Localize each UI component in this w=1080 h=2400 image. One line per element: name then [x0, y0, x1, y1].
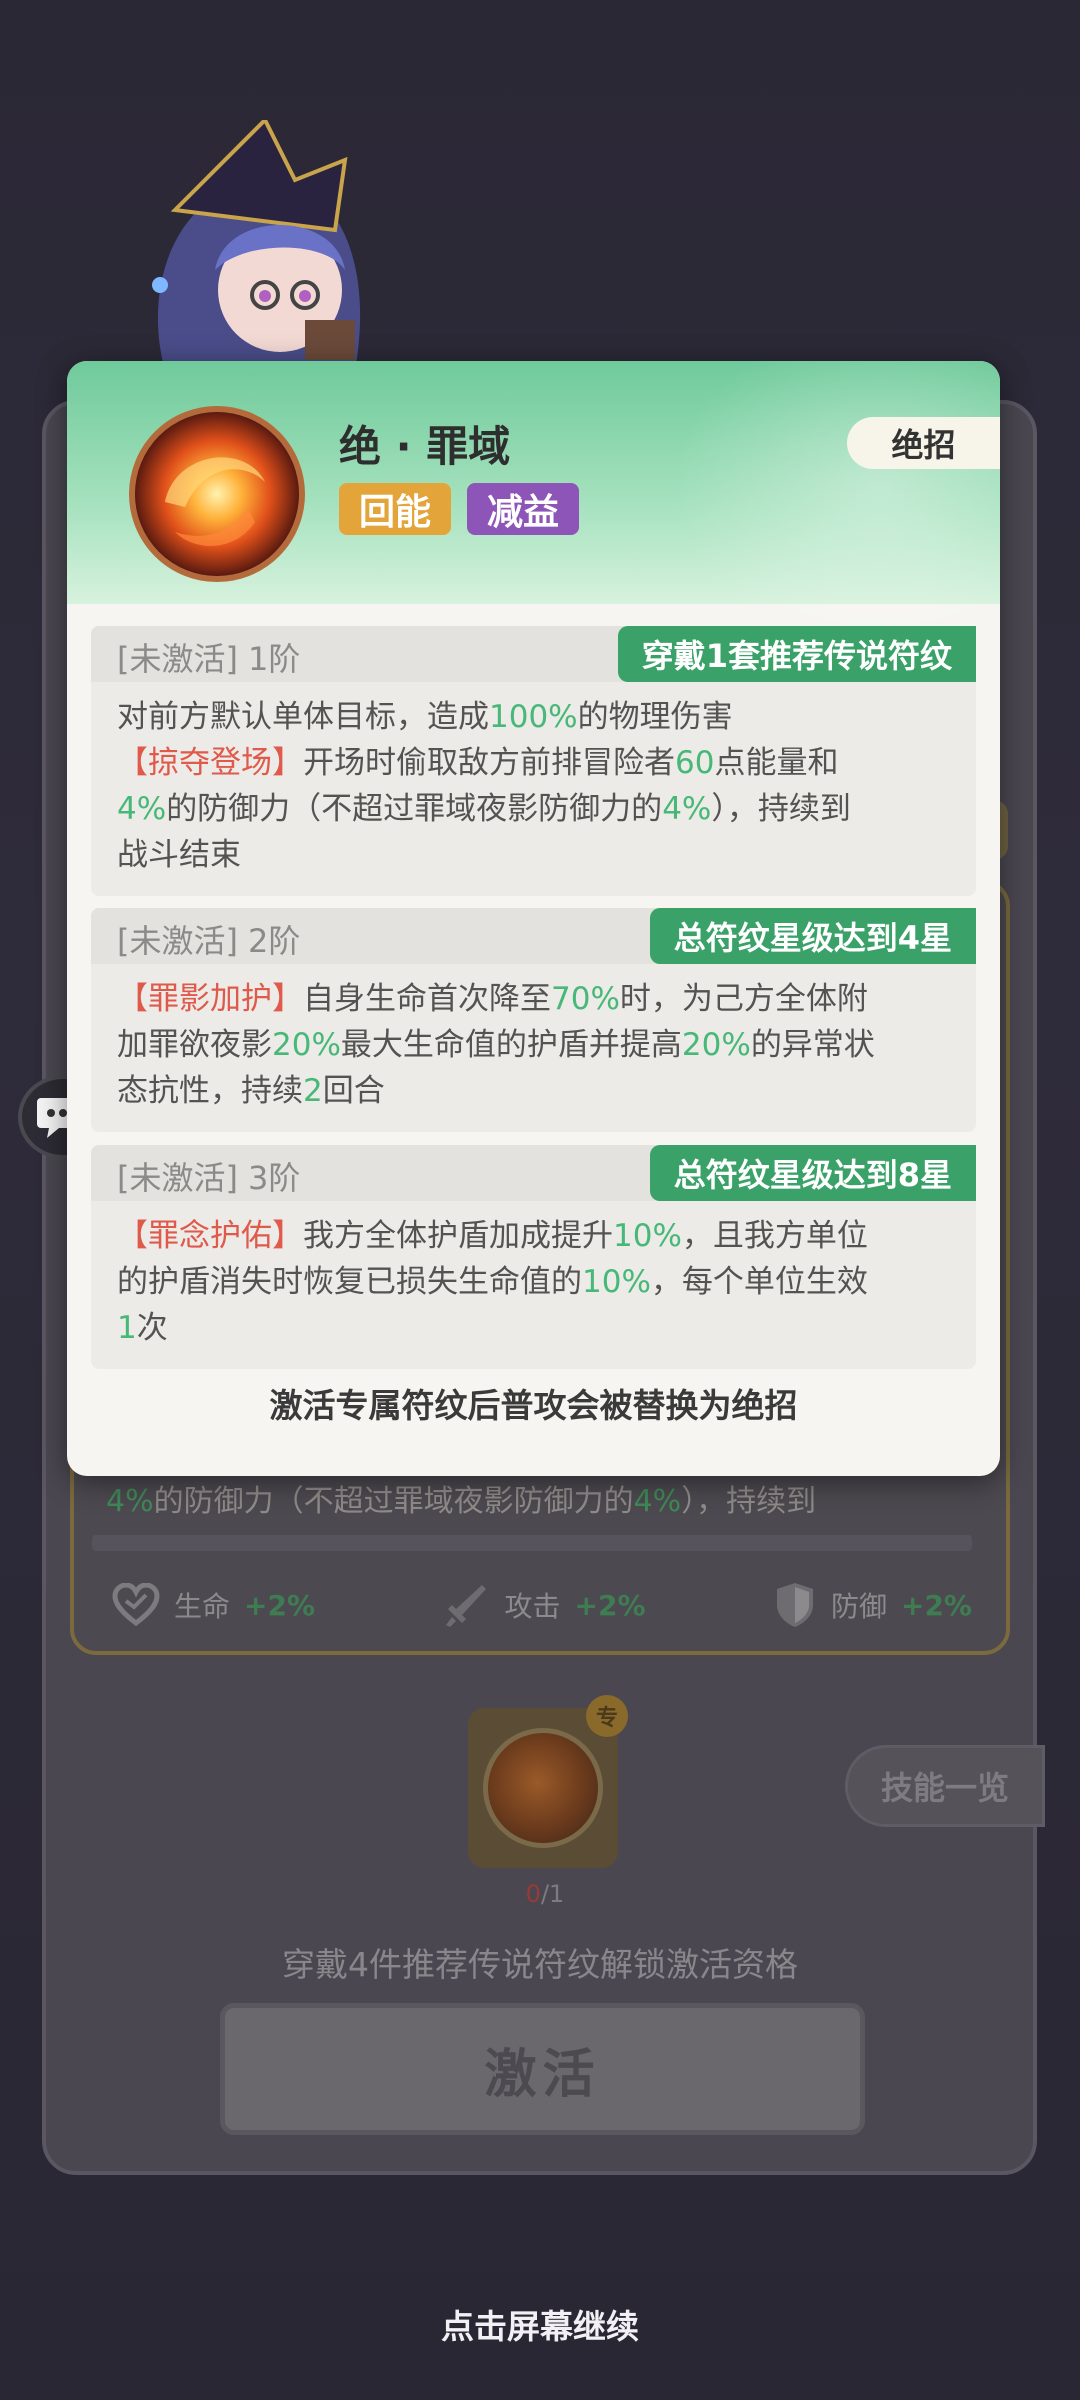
tier-1-desc-segment: 4% [117, 791, 167, 827]
tap-to-continue[interactable]: 点击屏幕继续 [0, 2300, 1080, 2348]
skill-title: 绝 · 罪域 [339, 422, 511, 471]
tier-3-desc-segment: 【罪念护佑】 [117, 1218, 303, 1254]
tier-2-desc-segment: 回合 [322, 1073, 385, 1109]
tier-1-desc-segment: 的物理伤害 [577, 699, 733, 735]
stat-def-label: 防御 [830, 1590, 887, 1623]
background-divider [92, 1535, 972, 1551]
tier-1-status-text: [未激活] [117, 640, 238, 678]
tier-2-desc-segment: 态抗性，持续 [117, 1073, 303, 1109]
tag-energy: 回能 [339, 483, 452, 535]
tier-2-desc-segment: 最大生命值的护盾并提高 [340, 1027, 682, 1063]
tier-2-desc-segment: 70% [551, 981, 620, 1017]
stat-hp-value: +2% [244, 1588, 316, 1622]
unlock-hint: 穿戴4件推荐传说符纹解锁激活资格 [282, 1945, 798, 1984]
tier-2-status: [未激活] 2阶 [117, 916, 310, 962]
tier-2-desc-segment: 20% [681, 1027, 751, 1063]
background-skill-desc: 4%的防御力（不超过罪域夜影防御力的4%），持续到 [106, 1480, 966, 1524]
fire-orb-icon [135, 412, 299, 576]
tag-debuff: 减益 [467, 483, 580, 535]
tier-3-header: [未激活] 3阶 总符纹星级达到8星 [91, 1145, 976, 1201]
heart-icon [112, 1583, 160, 1627]
stat-hp-label: 生命 [174, 1590, 231, 1623]
rune-exclusive-badge: 专 [586, 1695, 628, 1737]
skill-list-button[interactable]: 技能一览 [845, 1745, 1045, 1827]
tier-3-requirement: 总符纹星级达到8星 [649, 1145, 976, 1201]
tier-1: [未激活] 1阶 穿戴1套推荐传说符纹 对前方默认单体目标，造成100%的物理伤害… [91, 626, 976, 896]
skill-detail-popup: 绝 · 罪域 回能 减益 绝招 [未激活] 1阶 穿戴1套推荐传说符纹 对前方默认… [67, 361, 1000, 1476]
tier-2-header: [未激活] 2阶 总符纹星级达到4星 [91, 908, 976, 964]
background-desc-segment: 的防御力（不超过罪域夜影防御力的 [153, 1484, 634, 1519]
tier-3-status: [未激活] 3阶 [117, 1153, 310, 1199]
tier-2-desc-segment: 的异常状 [750, 1027, 875, 1063]
tier-3-desc-segment: 我方全体护盾加成提升 [303, 1218, 613, 1254]
popup-footer-note: 激活专属符纹后普攻会被替换为绝招 [269, 1386, 798, 1425]
skill-icon [129, 406, 305, 582]
background-desc-segment: ），持续到 [681, 1484, 817, 1519]
stat-hp: 生命 +2% [112, 1583, 315, 1627]
tier-1-status: [未激活] 1阶 [117, 634, 310, 680]
tier-1-desc-segment: 点能量和 [714, 745, 839, 781]
tier-1-desc-segment: 4% [662, 791, 712, 827]
stat-atk-value: +2% [574, 1588, 646, 1622]
tier-2-desc-segment: 自身生命首次降至 [303, 981, 551, 1017]
tier-1-desc-segment: 100% [489, 699, 578, 735]
background-desc-segment: 4% [633, 1484, 682, 1519]
tier-1-desc-segment: ），持续到 [711, 791, 851, 827]
tier-3-desc-segment: ，每个单位生效 [650, 1264, 868, 1300]
tier-1-desc-segment: 的防御力（不超过罪域夜影防御力的 [166, 791, 663, 827]
stat-bonus-row: 生命 +2% 攻击 +2% 防御 +2% [112, 1575, 972, 1635]
tier-1-requirement: 穿戴1套推荐传说符纹 [617, 626, 976, 682]
tier-2-level: 2阶 [247, 922, 301, 960]
tier-2: [未激活] 2阶 总符纹星级达到4星 【罪影加护】自身生命首次降至70%时，为己方… [91, 908, 976, 1132]
sword-icon [446, 1585, 487, 1627]
tier-2-desc-segment: 时，为己方全体附 [619, 981, 868, 1017]
tier-2-desc-segment: 20% [272, 1027, 341, 1063]
tier-1-desc-segment: 60 [675, 745, 715, 781]
skill-type-label: 绝招 [847, 417, 1000, 469]
rune-gem-icon [483, 1728, 603, 1848]
tier-1-desc-segment: 【掠夺登场】 [117, 745, 303, 781]
tier-1-desc: 对前方默认单体目标，造成100%的物理伤害【掠夺登场】开场时偷取敌方前排冒险者6… [91, 682, 976, 896]
tier-3-status-text: [未激活] [117, 1159, 238, 1197]
tier-1-desc-segment: 对前方默认单体目标，造成 [117, 699, 489, 735]
tier-1-level: 1阶 [247, 640, 301, 678]
rune-count-current: 0 [525, 1880, 541, 1908]
tier-2-desc-segment: 加罪欲夜影 [117, 1027, 272, 1063]
character-portrait [152, 120, 361, 370]
tier-2-desc: 【罪影加护】自身生命首次降至70%时，为己方全体附 加罪欲夜影20%最大生命值的护… [91, 964, 976, 1132]
tier-3: [未激活] 3阶 总符纹星级达到8星 【罪念护佑】我方全体护盾加成提升10%，且我… [91, 1145, 976, 1369]
tier-1-desc-segment: 开场时偷取敌方前排冒险者 [303, 745, 675, 781]
tier-2-desc-segment: 2 [303, 1073, 323, 1109]
tier-3-desc-segment: 10% [582, 1264, 651, 1300]
stat-def: 防御 +2% [773, 1581, 972, 1629]
tier-1-header: [未激活] 1阶 穿戴1套推荐传说符纹 [91, 626, 976, 682]
stat-atk: 攻击 +2% [442, 1581, 646, 1629]
tier-1-desc-segment: 战斗结束 [117, 837, 241, 873]
tier-3-desc-segment: ，且我方单位 [681, 1218, 868, 1254]
rune-count-total: /1 [540, 1880, 565, 1908]
stat-atk-label: 攻击 [504, 1590, 561, 1623]
tier-2-requirement: 总符纹星级达到4星 [649, 908, 976, 964]
tier-3-desc-segment: 1 [117, 1310, 137, 1346]
tier-3-desc-segment: 的护盾消失时恢复已损失生命值的 [117, 1264, 582, 1300]
tier-3-desc-segment: 10% [613, 1218, 682, 1254]
stat-def-value: +2% [900, 1588, 972, 1622]
tier-2-desc-segment: 【罪影加护】 [117, 981, 303, 1017]
tier-3-level: 3阶 [247, 1159, 301, 1197]
background-desc-segment: 4% [106, 1484, 154, 1519]
shield-icon [776, 1583, 813, 1627]
rune-count: 0/1 [500, 1880, 590, 1908]
tier-3-desc-segment: 次 [136, 1310, 168, 1346]
tier-3-desc: 【罪念护佑】我方全体护盾加成提升10%，且我方单位 的护盾消失时恢复已损失生命值的… [91, 1201, 976, 1369]
activate-button[interactable]: 激活 [220, 2003, 865, 2135]
tier-2-status-text: [未激活] [117, 922, 238, 960]
